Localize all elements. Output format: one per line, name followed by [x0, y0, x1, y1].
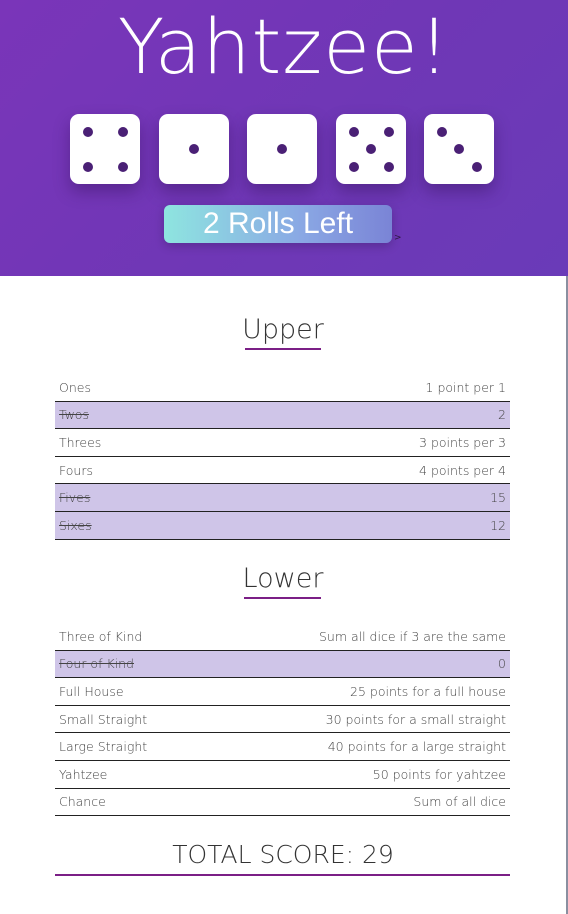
score-row-name: Full House: [59, 683, 124, 699]
score-row-three-of-kind[interactable]: Three of Kind Sum all dice if 3 are the s…: [55, 623, 510, 651]
score-row-small-straight[interactable]: Small Straight 30 points for a small stra…: [55, 706, 510, 734]
score-row-ones[interactable]: Ones 1 point per 1: [55, 374, 510, 402]
die-pip: [277, 144, 287, 154]
dice-row: [70, 114, 500, 186]
score-row-value: 2: [498, 407, 506, 423]
score-row-value: 12: [490, 517, 506, 533]
roll-arrow-icon: >: [394, 233, 402, 243]
score-row-value: 0: [498, 656, 506, 672]
die-pip: [189, 144, 199, 154]
score-row-value: 40 points for a large straight: [327, 739, 506, 755]
die-pip: [82, 161, 93, 172]
score-row-full-house[interactable]: Full House 25 points for a full house: [55, 678, 510, 706]
score-row-name: Chance: [59, 794, 106, 810]
die-pip: [348, 126, 359, 137]
total-score: TOTAL SCORE: 29: [172, 840, 394, 869]
lower-section-title: Lower: [242, 563, 324, 594]
die-pip: [471, 161, 482, 172]
die-pip: [383, 126, 394, 137]
die-5[interactable]: [424, 114, 494, 184]
header: Yahtzee! 2 Rolls Left >: [0, 0, 568, 276]
score-row-chance[interactable]: Chance Sum of all dice: [55, 789, 510, 817]
score-row-fours[interactable]: Fours 4 points per 4: [55, 457, 510, 485]
upper-score-table: Ones 1 point per 1 Twos 2 Threes 3 points per…: [55, 374, 510, 540]
lower-score-table: Three of Kind Sum all dice if 3 are the s…: [55, 623, 510, 817]
app-title: Yahtzee!: [117, 2, 451, 91]
score-row-name: Large Straight: [59, 739, 148, 755]
upper-title-underline: [245, 348, 321, 350]
score-row-threes[interactable]: Threes 3 points per 3: [55, 429, 510, 457]
score-row-value: 1 point per 1: [425, 379, 506, 395]
score-row-value: 25 points for a full house: [350, 683, 506, 699]
score-row-name: Yahtzee: [59, 766, 108, 782]
die-4[interactable]: [336, 114, 406, 184]
roll-button[interactable]: 2 Rolls Left: [164, 205, 392, 243]
score-row-value: 3 points per 3: [419, 434, 506, 450]
score-row-large-straight[interactable]: Large Straight 40 points for a large stra…: [55, 733, 510, 761]
score-row-name: Ones: [59, 379, 91, 395]
die-pip: [454, 144, 464, 154]
die-2[interactable]: [159, 114, 229, 184]
score-row-sixes[interactable]: Sixes 12: [55, 511, 510, 540]
die-pip: [117, 161, 128, 172]
score-row-value: 15: [490, 490, 506, 506]
die-pip: [383, 161, 394, 172]
die-pip: [436, 126, 447, 137]
score-row-fives[interactable]: Fives 15: [55, 484, 510, 512]
score-row-value: Sum of all dice: [413, 794, 506, 810]
die-1[interactable]: [70, 114, 140, 184]
score-row-name: Twos: [59, 407, 89, 423]
score-row-name: Three of Kind: [59, 628, 143, 644]
score-row-name: Small Straight: [59, 711, 148, 727]
die-pip: [348, 161, 359, 172]
die-3[interactable]: [247, 114, 317, 184]
die-pip: [117, 126, 128, 137]
score-row-name: Fours: [59, 462, 93, 478]
score-row-name: Fives: [59, 490, 91, 506]
die-pip: [82, 126, 93, 137]
score-row-value: 4 points per 4: [419, 462, 506, 478]
score-row-value: 30 points for a small straight: [325, 711, 506, 727]
score-row-four-of-kind[interactable]: Four of Kind 0: [55, 650, 510, 679]
score-row-value: Sum all dice if 3 are the same: [318, 628, 506, 644]
score-row-yahtzee[interactable]: Yahtzee 50 points for yahtzee: [55, 761, 510, 789]
score-row-name: Four of Kind: [59, 656, 134, 672]
score-row-name: Sixes: [59, 517, 92, 533]
die-pip: [366, 144, 376, 154]
upper-section-title: Upper: [242, 314, 324, 345]
lower-title-underline: [244, 597, 321, 599]
score-row-value: 50 points for yahtzee: [372, 766, 506, 782]
score-row-name: Threes: [59, 434, 102, 450]
total-underline: [55, 874, 510, 876]
score-row-twos[interactable]: Twos 2: [55, 401, 510, 430]
